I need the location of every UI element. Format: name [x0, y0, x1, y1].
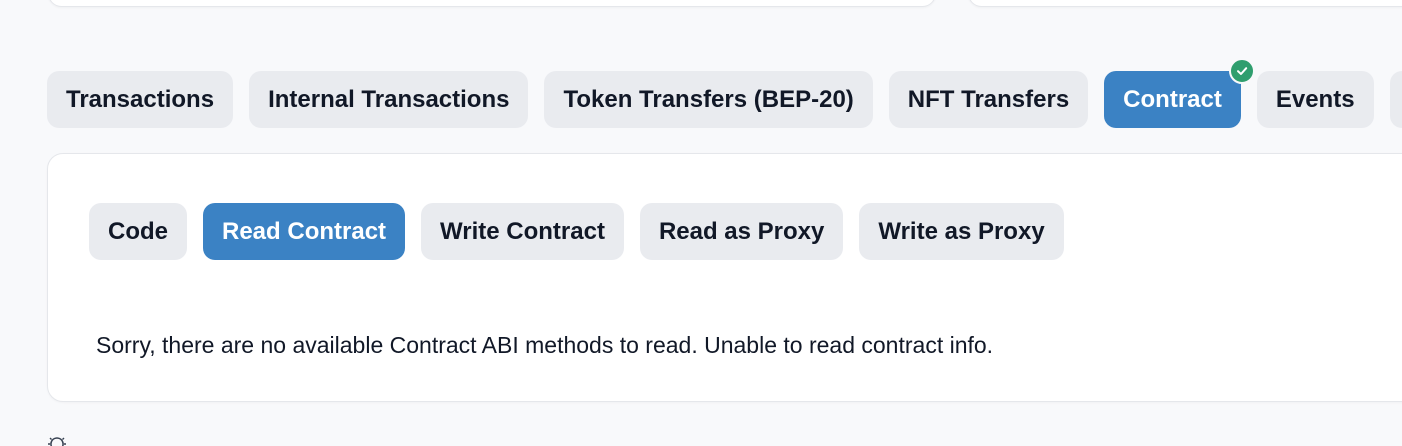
- tab-token-transfers[interactable]: Token Transfers (BEP-20): [544, 71, 873, 128]
- tab-analytics[interactable]: A: [1389, 71, 1402, 128]
- footer-note: [46, 434, 1402, 446]
- tab-contract[interactable]: Contract: [1104, 58, 1255, 128]
- more-info-card: [968, 0, 1402, 7]
- lightbulb-icon: [46, 434, 68, 446]
- subtab-code[interactable]: Code: [89, 203, 187, 260]
- overview-card: [48, 0, 936, 7]
- contract-subtabs: Code Read Contract Write Contract Read a…: [89, 203, 1064, 260]
- subtab-write-contract[interactable]: Write Contract: [421, 203, 624, 260]
- tab-nft-transfers[interactable]: NFT Transfers: [888, 71, 1089, 128]
- tab-internal-transactions[interactable]: Internal Transactions: [249, 71, 529, 128]
- no-abi-message: Sorry, there are no available Contract A…: [96, 332, 994, 358]
- contract-panel: Code Read Contract Write Contract Read a…: [47, 153, 1402, 402]
- check-circle-icon: [1228, 58, 1255, 84]
- tab-events[interactable]: Events: [1256, 71, 1374, 128]
- subtab-write-as-proxy[interactable]: Write as Proxy: [859, 203, 1064, 260]
- subtab-read-contract[interactable]: Read Contract: [203, 203, 406, 260]
- subtab-read-as-proxy[interactable]: Read as Proxy: [639, 203, 844, 260]
- tab-transactions[interactable]: Transactions: [47, 71, 234, 128]
- address-tabs: Transactions Internal Transactions Token…: [47, 58, 1402, 128]
